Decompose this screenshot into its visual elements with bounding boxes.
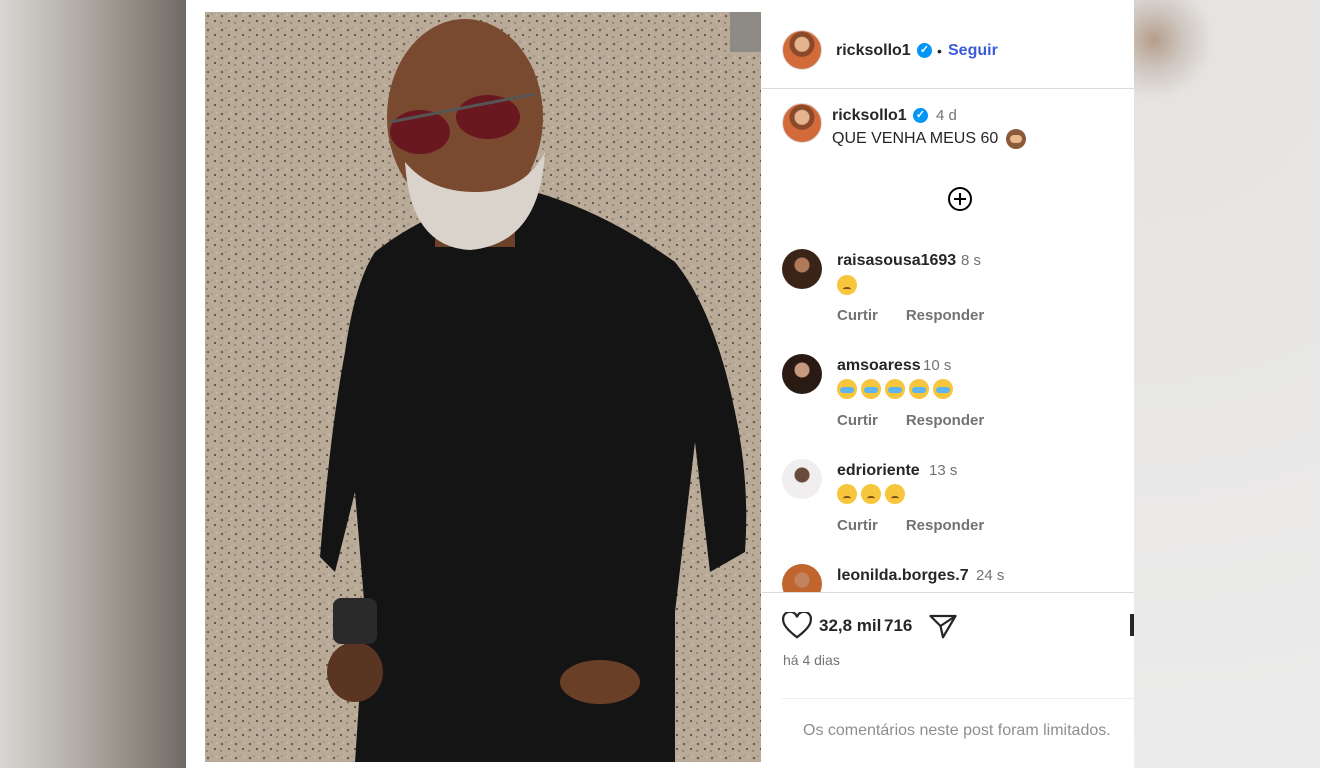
comment-username[interactable]: raisasousa1693 xyxy=(837,252,956,270)
post-header: ricksollo1 ✓ • Seguir xyxy=(762,12,1134,89)
comment-avatar[interactable] xyxy=(782,249,822,289)
heart-icon[interactable] xyxy=(782,612,812,640)
comment-username[interactable]: edrioriente xyxy=(837,462,920,480)
crying-face-icon xyxy=(909,378,929,399)
crying-face-icon xyxy=(933,378,953,399)
comment-time: 8 s xyxy=(961,252,982,269)
caption-age: 4 d xyxy=(936,107,957,124)
comments-count[interactable]: 716 xyxy=(884,616,912,636)
share-icon[interactable] xyxy=(928,612,958,640)
comments-limited-notice: Os comentários neste post foram limitado… xyxy=(803,722,1111,739)
like-comment-button[interactable]: Curtir xyxy=(837,307,878,324)
load-more-comments-icon[interactable] xyxy=(948,187,972,211)
comment-avatar[interactable] xyxy=(782,459,822,499)
posted-ago: há 4 dias xyxy=(783,652,840,668)
divider xyxy=(782,698,1134,699)
bookmark-icon[interactable] xyxy=(1130,614,1134,636)
author-username[interactable]: ricksollo1 xyxy=(836,42,911,60)
crying-face-icon xyxy=(885,378,905,399)
like-comment-button[interactable]: Curtir xyxy=(837,517,878,534)
comment-actions: Curtir Responder xyxy=(837,307,1012,324)
verified-icon: ✓ xyxy=(913,108,928,123)
comment-time: 10 s xyxy=(923,357,952,374)
comment-text xyxy=(837,274,861,295)
post-image xyxy=(205,12,761,762)
comment-avatar[interactable] xyxy=(782,354,822,394)
sad-face-icon xyxy=(837,483,857,504)
post-side-panel: ricksollo1 ✓ • Seguir ricksollo1 ✓ 4 d Q… xyxy=(762,12,1134,762)
verified-icon: ✓ xyxy=(917,43,932,58)
comment-time: 24 s xyxy=(976,567,1005,584)
sad-face-icon xyxy=(837,274,857,295)
sad-face-icon xyxy=(885,483,905,504)
comment-text xyxy=(837,483,909,504)
follow-button[interactable]: Seguir xyxy=(948,42,998,60)
like-comment-button[interactable]: Curtir xyxy=(837,412,878,429)
see-no-evil-monkey-icon xyxy=(1006,129,1026,149)
separator-dot: • xyxy=(937,43,942,59)
comment-time: 13 s xyxy=(929,462,958,479)
background-right xyxy=(1134,0,1320,768)
comment-actions: Curtir Responder xyxy=(837,412,1012,429)
comment-actions: Curtir Responder xyxy=(837,517,1012,534)
caption-text: QUE VENHA MEUS 60 xyxy=(832,130,999,147)
sad-face-icon xyxy=(861,483,881,504)
crying-face-icon xyxy=(861,378,881,399)
comment-username[interactable]: amsoaress xyxy=(837,357,921,375)
reply-button[interactable]: Responder xyxy=(906,517,984,534)
crying-face-icon xyxy=(837,378,857,399)
caption-username[interactable]: ricksollo1 xyxy=(832,107,907,125)
reply-button[interactable]: Responder xyxy=(906,412,984,429)
author-avatar[interactable] xyxy=(782,30,822,70)
likes-count[interactable]: 32,8 mil xyxy=(819,616,881,636)
comment-username[interactable]: leonilda.borges.7 xyxy=(837,567,969,585)
post-photo[interactable] xyxy=(205,12,761,762)
reply-button[interactable]: Responder xyxy=(906,307,984,324)
background-left xyxy=(0,0,186,768)
comment-text xyxy=(837,378,957,399)
caption-avatar[interactable] xyxy=(782,103,822,143)
